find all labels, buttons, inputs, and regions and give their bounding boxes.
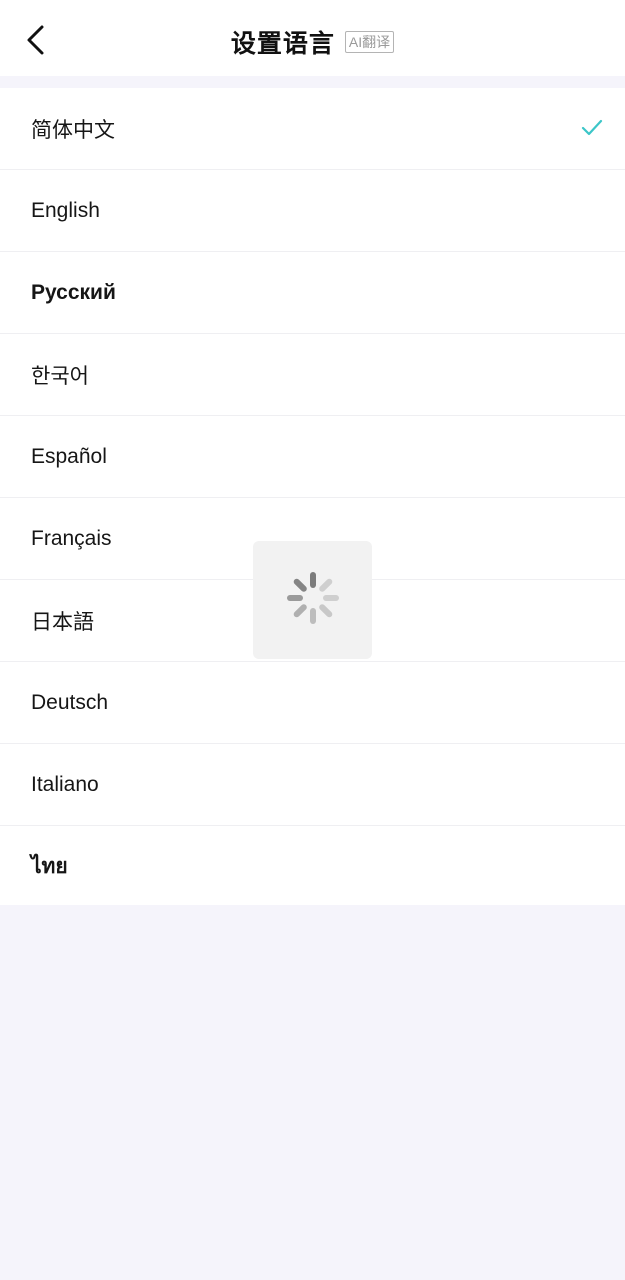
- language-label: Français: [31, 526, 112, 550]
- language-option[interactable]: Deutsch: [0, 662, 625, 744]
- language-label: Italiano: [31, 772, 99, 796]
- language-option[interactable]: Italiano: [0, 744, 625, 826]
- title-group: 设置语言 AI翻译: [0, 0, 625, 84]
- checkmark-icon: [581, 118, 603, 138]
- page-title: 设置语言: [230, 30, 335, 58]
- spinner-icon: [283, 568, 343, 633]
- language-option[interactable]: Русский: [0, 252, 625, 334]
- language-option[interactable]: 简体中文: [0, 88, 625, 170]
- language-list: 简体中文 English Русский 한국어 Español Françai…: [0, 88, 625, 907]
- language-label: 한국어: [31, 364, 89, 388]
- language-option[interactable]: ไทย: [0, 826, 625, 907]
- language-label: Русский: [31, 280, 116, 304]
- language-option[interactable]: 한국어: [0, 334, 625, 416]
- language-label: 简体中文: [31, 118, 115, 142]
- empty-background: [0, 905, 625, 1280]
- language-label: ไทย: [31, 855, 68, 878]
- language-label: Español: [31, 444, 107, 468]
- loading-overlay: [253, 541, 372, 659]
- top-bar: 设置语言 AI翻译: [0, 0, 625, 76]
- language-label: Deutsch: [31, 690, 109, 714]
- language-option[interactable]: English: [0, 170, 625, 252]
- language-label: English: [31, 198, 100, 222]
- language-label: 日本語: [31, 610, 94, 634]
- ai-translate-badge: AI翻译: [344, 31, 395, 53]
- header-divider: [0, 76, 625, 88]
- language-option[interactable]: Español: [0, 416, 625, 498]
